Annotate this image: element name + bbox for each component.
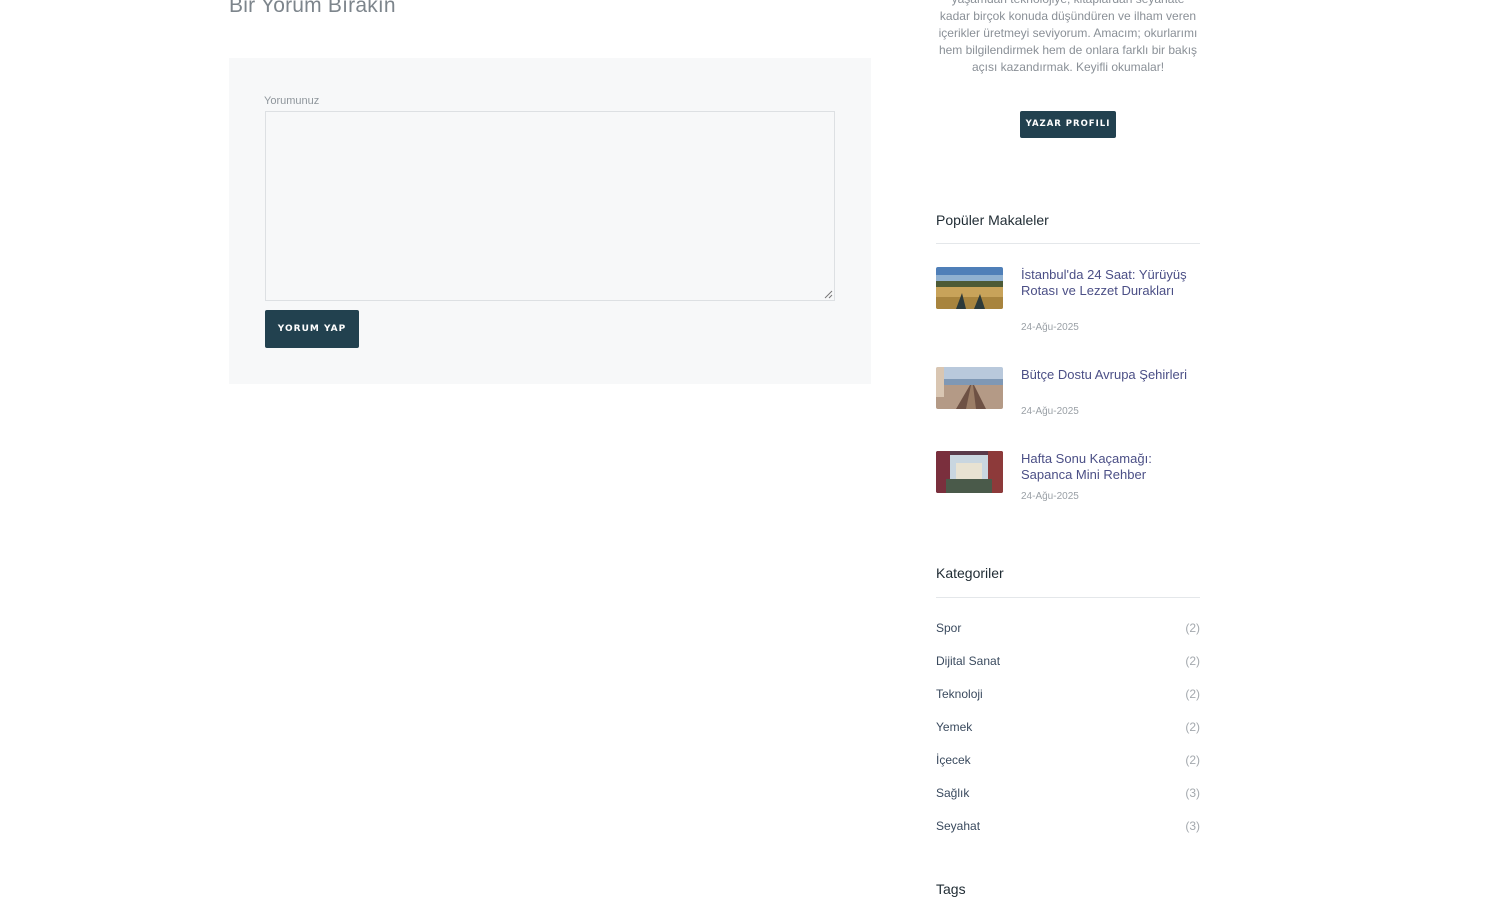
comment-heading: Bir Yorum Bırakın [229,0,396,17]
comment-label: Yorumunuz [264,95,320,107]
category-item[interactable]: Yemek (2) [936,720,1200,736]
comment-textarea[interactable] [265,111,835,301]
tags-title: Tags [936,881,966,897]
category-link[interactable]: Teknoloji [936,687,983,701]
divider [936,243,1200,244]
post-title-link[interactable]: Bütçe Dostu Avrupa Şehirleri [1021,367,1199,383]
post-thumbnail-image[interactable] [936,451,1003,493]
category-count: (2) [1185,654,1200,668]
category-item[interactable]: Dijital Sanat (2) [936,654,1200,670]
category-count: (2) [1185,687,1200,701]
category-item[interactable]: Spor (2) [936,621,1200,637]
category-item[interactable]: İçecek (2) [936,753,1200,769]
category-link[interactable]: İçecek [936,753,971,767]
category-link[interactable]: Yemek [936,720,972,734]
post-date: 24-Ağu-2025 [1021,406,1079,417]
author-bio: yaşamdan teknolojiye, kitaplardan seyaha… [938,0,1198,74]
divider [936,597,1200,598]
category-link[interactable]: Spor [936,621,961,635]
popular-posts-title: Popüler Makaleler [936,212,1049,228]
post-date: 24-Ağu-2025 [1021,491,1079,502]
category-link[interactable]: Dijital Sanat [936,654,1000,668]
post-date: 24-Ağu-2025 [1021,322,1079,333]
category-item[interactable]: Teknoloji (2) [936,687,1200,703]
category-count: (2) [1185,720,1200,734]
post-thumbnail-image[interactable] [936,267,1003,309]
page: Bir Yorum Bırakın Yorumunuz YORUM YAP ya… [0,0,1496,911]
post-title-link[interactable]: İstanbul'da 24 Saat: Yürüyüş Rotası ve L… [1021,267,1199,299]
category-item[interactable]: Sağlık (3) [936,786,1200,802]
category-link[interactable]: Seyahat [936,819,980,833]
category-link[interactable]: Sağlık [936,786,969,800]
category-count: (2) [1185,621,1200,635]
categories-title: Kategoriler [936,565,1004,581]
submit-comment-button[interactable]: YORUM YAP [265,310,359,348]
category-item[interactable]: Seyahat (3) [936,819,1200,835]
category-count: (3) [1185,786,1200,800]
comment-form: Yorumunuz YORUM YAP [229,58,871,384]
sidebar: yaşamdan teknolojiye, kitaplardan seyaha… [936,0,1200,911]
category-count: (3) [1185,819,1200,833]
author-profile-button[interactable]: YAZAR PROFILI [1020,111,1116,138]
post-thumbnail-image[interactable] [936,367,1003,409]
category-count: (2) [1185,753,1200,767]
post-title-link[interactable]: Hafta Sonu Kaçamağı: Sapanca Mini Rehber [1021,451,1199,483]
